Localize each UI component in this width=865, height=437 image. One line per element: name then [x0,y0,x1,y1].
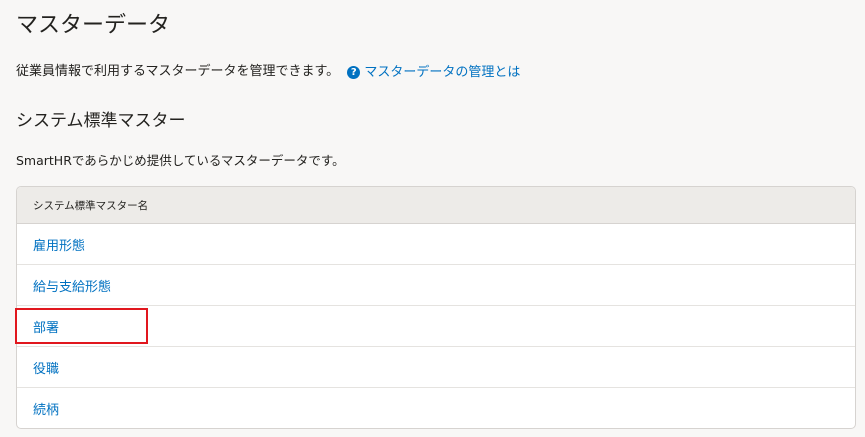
table-row-link[interactable]: 雇用形態 [33,235,85,254]
page-description: 従業員情報で利用するマスターデータを管理できます。 [16,64,340,79]
table-row-link[interactable]: 続柄 [33,399,59,418]
table-row-pay-type[interactable]: 給与支給形態 [17,265,855,306]
table-header: システム標準マスター名 [17,187,855,224]
master-table: システム標準マスター名 雇用形態 給与支給形態 部署 役職 続柄 [16,186,856,429]
table-row-relationship[interactable]: 続柄 [17,388,855,428]
table-row-link[interactable]: 役職 [33,358,59,377]
table-row-link[interactable]: 部署 [33,317,59,336]
page-title: マスターデータ [16,13,171,38]
section-title: システム標準マスター [16,111,186,131]
table-header-label: システム標準マスター名 [33,199,149,212]
help-link[interactable]: ? マスターデータの管理とは [347,63,520,83]
question-circle-icon: ? [347,66,361,79]
table-row-position[interactable]: 役職 [17,347,855,388]
section-description: SmartHRであらかじめ提供しているマスターデータです。 [16,153,345,168]
table-row-link[interactable]: 給与支給形態 [33,276,111,295]
table-row-department[interactable]: 部署 [17,306,855,347]
page-description-line: 従業員情報で利用するマスターデータを管理できます。 ? マスターデータの管理とは [16,62,520,83]
help-link-label: マスターデータの管理とは [364,64,521,80]
table-row-employment-type[interactable]: 雇用形態 [17,224,855,265]
